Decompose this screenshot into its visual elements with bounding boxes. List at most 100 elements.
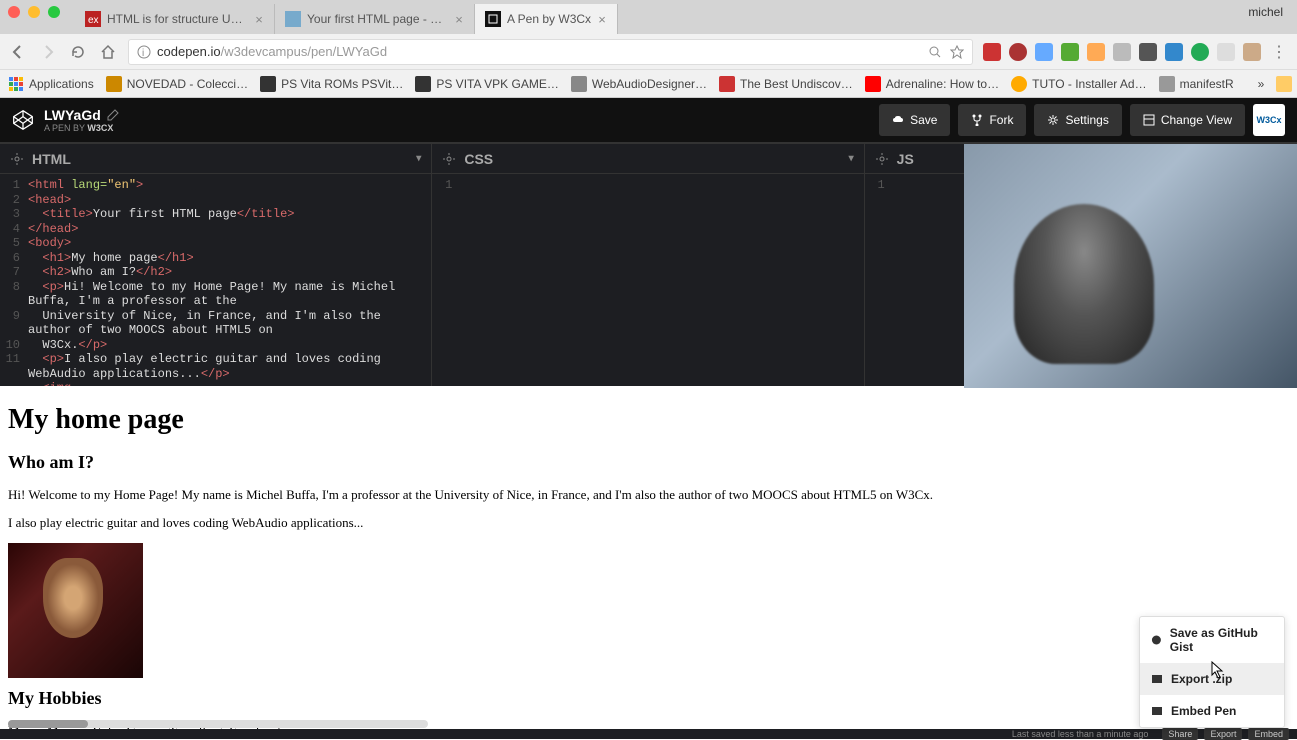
extension-icon[interactable] [1087, 43, 1105, 61]
url-domain: codepen.io [157, 44, 221, 59]
pen-title: LWYaGd [44, 107, 101, 123]
back-button[interactable] [8, 42, 28, 62]
bookmark-item[interactable]: manifestR [1159, 76, 1234, 92]
last-saved-label: Last saved less than a minute ago [1012, 729, 1149, 739]
html-code-editor[interactable]: 1<html lang="en">2<head>3 <title>Your fi… [0, 174, 431, 386]
html-editor-pane: HTML ▾ 1<html lang="en">2<head>3 <title>… [0, 144, 432, 386]
cursor-icon [1211, 661, 1225, 679]
maximize-window-button[interactable] [48, 6, 60, 18]
share-button[interactable]: Share [1162, 728, 1198, 740]
extension-icon[interactable] [1139, 43, 1157, 61]
edit-title-icon[interactable] [107, 109, 119, 121]
tab-title: HTML is for structure Unit | Ja [107, 12, 248, 26]
bookmark-item[interactable]: Adrenaline: How to… [865, 76, 999, 92]
bookmark-label: The Best Undiscov… [740, 77, 853, 91]
bookmark-item[interactable]: The Best Undiscov… [719, 76, 853, 92]
star-icon[interactable] [950, 45, 964, 59]
jsbin-favicon-icon [285, 11, 301, 27]
bookmark-favicon-icon [415, 76, 431, 92]
css-code-editor[interactable]: 1 [432, 174, 863, 386]
bookmark-item[interactable]: NOVEDAD - Colecci… [106, 76, 248, 92]
layout-icon [1143, 114, 1155, 126]
change-view-button[interactable]: Change View [1130, 104, 1245, 136]
js-pane-label: JS [897, 151, 914, 167]
save-gist-item[interactable]: Save as GitHub Gist [1140, 617, 1284, 663]
bookmarks-overflow-button[interactable]: » [1258, 77, 1265, 91]
gear-icon[interactable] [875, 152, 889, 166]
bookmark-label: NOVEDAD - Colecci… [127, 77, 248, 91]
bookmark-favicon-icon [1159, 76, 1175, 92]
mac-user-label: michel [1248, 5, 1289, 19]
bookmark-item[interactable]: PS Vita ROMs PSVit… [260, 76, 403, 92]
bookmark-favicon-icon [719, 76, 735, 92]
svg-text:i: i [142, 48, 144, 59]
edx-favicon-icon: ex [85, 11, 101, 27]
preview-image [8, 543, 143, 678]
bookmarks-bar: Applications NOVEDAD - Colecci… PS Vita … [0, 70, 1297, 98]
menu-icon[interactable]: ⋮ [1269, 42, 1289, 62]
bookmark-item[interactable]: TUTO - Installer Ad… [1011, 76, 1146, 92]
bookmark-label: manifestR [1180, 77, 1234, 91]
pen-author[interactable]: W3Cx [87, 123, 113, 133]
extension-icon[interactable] [1035, 43, 1053, 61]
extension-icon[interactable] [1061, 43, 1079, 61]
export-button[interactable]: Export [1204, 728, 1242, 740]
fork-icon [971, 114, 983, 126]
apps-icon [8, 76, 24, 92]
preview-p2: I also play electric guitar and loves co… [8, 515, 1289, 531]
info-icon[interactable]: i [137, 45, 151, 59]
save-button[interactable]: Save [879, 104, 950, 136]
reload-button[interactable] [68, 42, 88, 62]
preview-pane: My home page Who am I? Hi! Welcome to my… [0, 386, 1297, 739]
preview-h1: My home page [8, 404, 1289, 436]
extension-icon[interactable] [1217, 43, 1235, 61]
settings-button[interactable]: Settings [1034, 104, 1121, 136]
fork-button[interactable]: Fork [958, 104, 1026, 136]
extension-icon[interactable] [1113, 43, 1131, 61]
embed-button[interactable]: Embed [1248, 728, 1289, 740]
embed-pen-item[interactable]: Embed Pen [1140, 695, 1284, 727]
zoom-icon[interactable] [928, 45, 942, 59]
browser-tab-active[interactable]: A Pen by W3Cx × [475, 4, 618, 34]
browser-tab[interactable]: ex HTML is for structure Unit | Ja × [75, 4, 275, 34]
browser-tab[interactable]: Your first HTML page - JS Bin × [275, 4, 475, 34]
extension-icon[interactable] [1243, 43, 1261, 61]
close-tab-icon[interactable]: × [597, 14, 607, 24]
codepen-footer: Last saved less than a minute ago Share … [0, 729, 1297, 739]
zip-icon [1151, 673, 1163, 685]
bookmark-item[interactable]: PS VITA VPK GAME… [415, 76, 558, 92]
forward-button [38, 42, 58, 62]
extension-icon[interactable] [1191, 43, 1209, 61]
url-path: /w3devcampus/pen/LWYaGd [221, 44, 387, 59]
gear-icon[interactable] [10, 152, 24, 166]
codepen-logo-icon[interactable] [12, 109, 34, 131]
apps-button[interactable]: Applications [8, 76, 94, 92]
other-bookmarks-button[interactable]: Autres favoris [1276, 76, 1297, 92]
collapse-icon[interactable]: ▾ [416, 153, 421, 164]
gear-icon[interactable] [442, 152, 456, 166]
extension-icon[interactable] [983, 43, 1001, 61]
minimize-window-button[interactable] [28, 6, 40, 18]
bookmark-favicon-icon [865, 76, 881, 92]
close-tab-icon[interactable]: × [254, 14, 264, 24]
close-window-button[interactable] [8, 6, 20, 18]
url-input[interactable]: i codepen.io/w3devcampus/pen/LWYaGd [128, 39, 973, 65]
gear-icon [1047, 114, 1059, 126]
close-tab-icon[interactable]: × [454, 14, 464, 24]
horizontal-scrollbar[interactable] [8, 720, 428, 728]
codepen-header: LWYaGd A PEN BY W3Cx Save Fork Settings … [0, 98, 1297, 142]
bookmark-label: Applications [29, 77, 94, 91]
collapse-icon[interactable]: ▾ [849, 153, 854, 164]
bookmark-favicon-icon [1011, 76, 1027, 92]
css-editor-pane: CSS ▾ 1 [432, 144, 864, 386]
preview-h2-hobbies: My Hobbies [8, 688, 1289, 709]
bookmark-favicon-icon [106, 76, 122, 92]
scrollbar-thumb[interactable] [8, 720, 88, 728]
bookmark-label: PS VITA VPK GAME… [436, 77, 558, 91]
extension-icon[interactable] [1009, 43, 1027, 61]
extension-icon[interactable] [1165, 43, 1183, 61]
bookmark-item[interactable]: WebAudioDesigner… [571, 76, 707, 92]
bookmark-label: Adrenaline: How to… [886, 77, 999, 91]
home-button[interactable] [98, 42, 118, 62]
profile-avatar[interactable]: W3Cx [1253, 104, 1285, 136]
